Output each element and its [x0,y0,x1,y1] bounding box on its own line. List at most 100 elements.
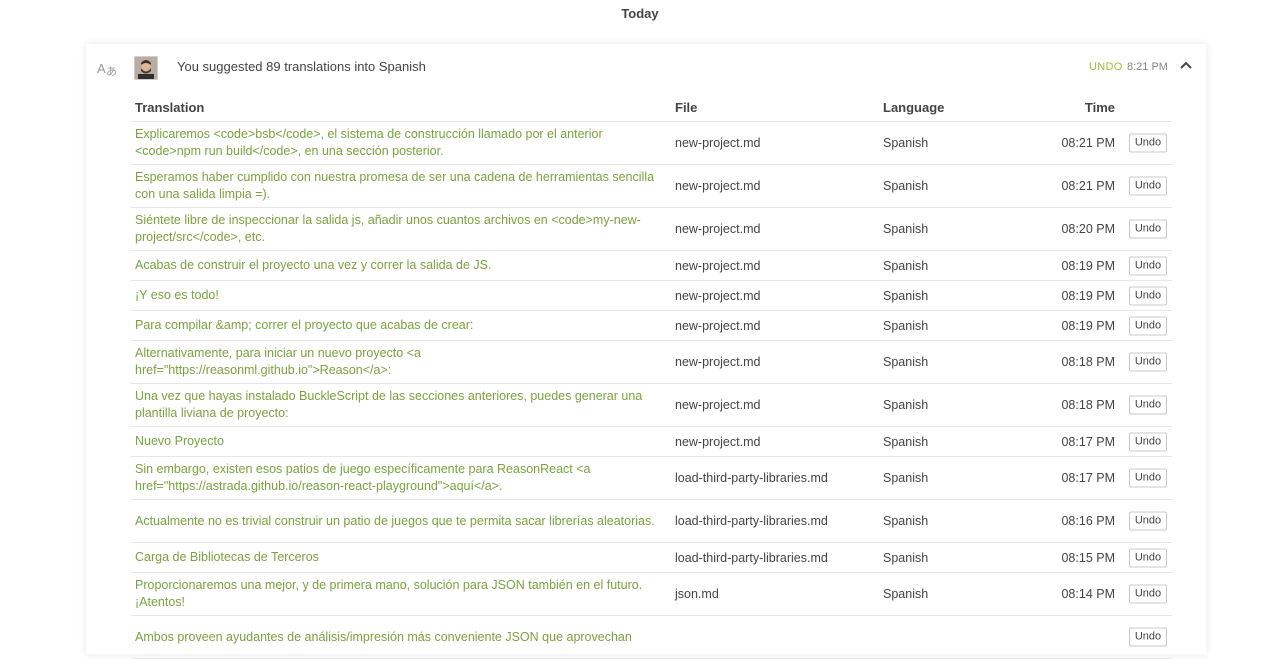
table-row: ¡Y eso es todo! new-project.md Spanish 0… [131,281,1172,311]
language-name: Spanish [883,179,929,193]
translation-link[interactable]: Sin embargo, existen esos patios de jueg… [135,457,665,499]
undo-button[interactable]: Undo [1129,219,1167,239]
row-time [1001,616,1115,658]
table-row: Acabas de construir el proyecto una vez … [131,251,1172,281]
file-name: new-project.md [675,136,761,150]
undo-button[interactable]: Undo [1129,316,1167,335]
file-name: load-third-party-libraries.md [675,550,828,565]
table-row: Proporcionaremos una mejor, y de primera… [131,573,1172,616]
row-time: 08:21 PM [1061,136,1115,150]
language-name: Spanish [883,434,929,449]
translation-link[interactable]: Siéntete libre de inspeccionar la salida… [135,208,665,250]
language-name: Spanish [883,318,929,333]
language-name: Spanish [883,398,929,412]
translation-link[interactable]: Esperamos haber cumplido con nuestra pro… [135,165,665,207]
translation-link[interactable]: ¡Y eso es todo! [135,281,665,310]
table-row: Siéntete libre de inspeccionar la salida… [131,208,1172,251]
file-name [675,616,875,658]
undo-button[interactable]: Undo [1129,468,1167,488]
day-label: Today [621,6,659,21]
svg-text:A: A [97,61,106,76]
user-avatar[interactable] [134,56,158,80]
language-name: Spanish [883,471,929,485]
table-row: Ambos proveen ayudantes de análisis/impr… [131,616,1172,659]
row-time: 08:19 PM [1061,258,1115,273]
row-time: 08:19 PM [1061,288,1115,303]
undo-button[interactable]: Undo [1129,584,1167,604]
column-header-language: Language [883,100,945,115]
language-name: Spanish [883,587,929,601]
table-row: Sin embargo, existen esos patios de jueg… [131,457,1172,500]
undo-button[interactable]: Undo [1129,286,1167,305]
language-name: Spanish [883,355,929,369]
file-name: load-third-party-libraries.md [675,471,828,485]
undo-button[interactable]: Undo [1129,133,1167,153]
translation-link[interactable]: Carga de Bibliotecas de Terceros [135,543,665,572]
file-name: new-project.md [675,288,761,303]
translate-icon: A あ [97,60,119,78]
row-time: 08:17 PM [1061,471,1115,485]
file-name: new-project.md [675,179,761,193]
file-name: load-third-party-libraries.md [675,514,828,528]
undo-button[interactable]: Undo [1129,511,1167,531]
file-name: json.md [675,587,719,601]
row-time: 08:20 PM [1061,222,1115,236]
translation-link[interactable]: Actualmente no es trivial construir un p… [135,500,665,542]
row-time: 08:17 PM [1061,434,1115,449]
table-row: Una vez que hayas instalado BuckleScript… [131,384,1172,427]
table-row: Para compilar &amp; correr el proyecto q… [131,311,1172,341]
translation-link[interactable]: Proporcionaremos una mejor, y de primera… [135,573,665,615]
language-name: Spanish [883,288,929,303]
file-name: new-project.md [675,434,761,449]
file-name: new-project.md [675,355,761,369]
table-row: Esperamos haber cumplido con nuestra pro… [131,165,1172,208]
translation-link[interactable]: Ambos proveen ayudantes de análisis/impr… [135,616,665,658]
language-name: Spanish [883,514,929,528]
column-header-translation: Translation [135,100,205,115]
translation-link[interactable]: Explicaremos <code>bsb</code>, el sistem… [135,122,665,164]
translation-link[interactable]: Nuevo Proyecto [135,427,665,456]
language-name: Spanish [883,222,929,236]
table-row: Nuevo Proyecto new-project.md Spanish 08… [131,427,1172,457]
undo-button[interactable]: Undo [1129,548,1167,567]
table-row: Actualmente no es trivial construir un p… [131,500,1172,543]
file-name: new-project.md [675,258,761,273]
language-name: Spanish [883,136,929,150]
undo-button[interactable]: Undo [1129,395,1167,415]
undo-all-link[interactable]: UNDO [1089,60,1123,74]
column-header-file: File [675,100,698,115]
translation-link[interactable]: Para compilar &amp; correr el proyecto q… [135,311,665,340]
activity-summary: You suggested 89 translations into Spani… [177,59,426,74]
row-time: 08:14 PM [1061,587,1115,601]
translation-link[interactable]: Una vez que hayas instalado BuckleScript… [135,384,665,426]
language-name [883,616,1003,658]
row-time: 08:18 PM [1061,355,1115,369]
undo-button[interactable]: Undo [1129,176,1167,196]
undo-button[interactable]: Undo [1129,352,1167,372]
file-name: new-project.md [675,398,761,412]
row-time: 08:18 PM [1061,398,1115,412]
file-name: new-project.md [675,222,761,236]
translations-table: Explicaremos <code>bsb</code>, el sistem… [131,121,1172,659]
table-row: Explicaremos <code>bsb</code>, el sistem… [131,122,1172,165]
row-time: 08:19 PM [1061,318,1115,333]
undo-button[interactable]: Undo [1129,627,1167,647]
language-name: Spanish [883,550,929,565]
file-name: new-project.md [675,318,761,333]
row-time: 08:21 PM [1061,179,1115,193]
undo-button[interactable]: Undo [1129,256,1167,275]
undo-button[interactable]: Undo [1129,432,1167,451]
activity-time: 8:21 PM [1127,61,1168,73]
row-time: 08:15 PM [1061,550,1115,565]
table-row: Carga de Bibliotecas de Terceros load-th… [131,543,1172,573]
table-row: Alternativamente, para iniciar un nuevo … [131,341,1172,384]
table-header: Translation File Language Time [86,100,1206,116]
translation-link[interactable]: Acabas de construir el proyecto una vez … [135,251,665,280]
column-header-time: Time [1084,100,1115,115]
activity-card: A あ You suggested 89 translations into S… [86,44,1206,659]
translation-link[interactable]: Alternativamente, para iniciar un nuevo … [135,341,665,383]
svg-text:あ: あ [106,65,117,78]
row-time: 08:16 PM [1061,514,1115,528]
chevron-up-icon[interactable] [1178,58,1194,74]
language-name: Spanish [883,258,929,273]
